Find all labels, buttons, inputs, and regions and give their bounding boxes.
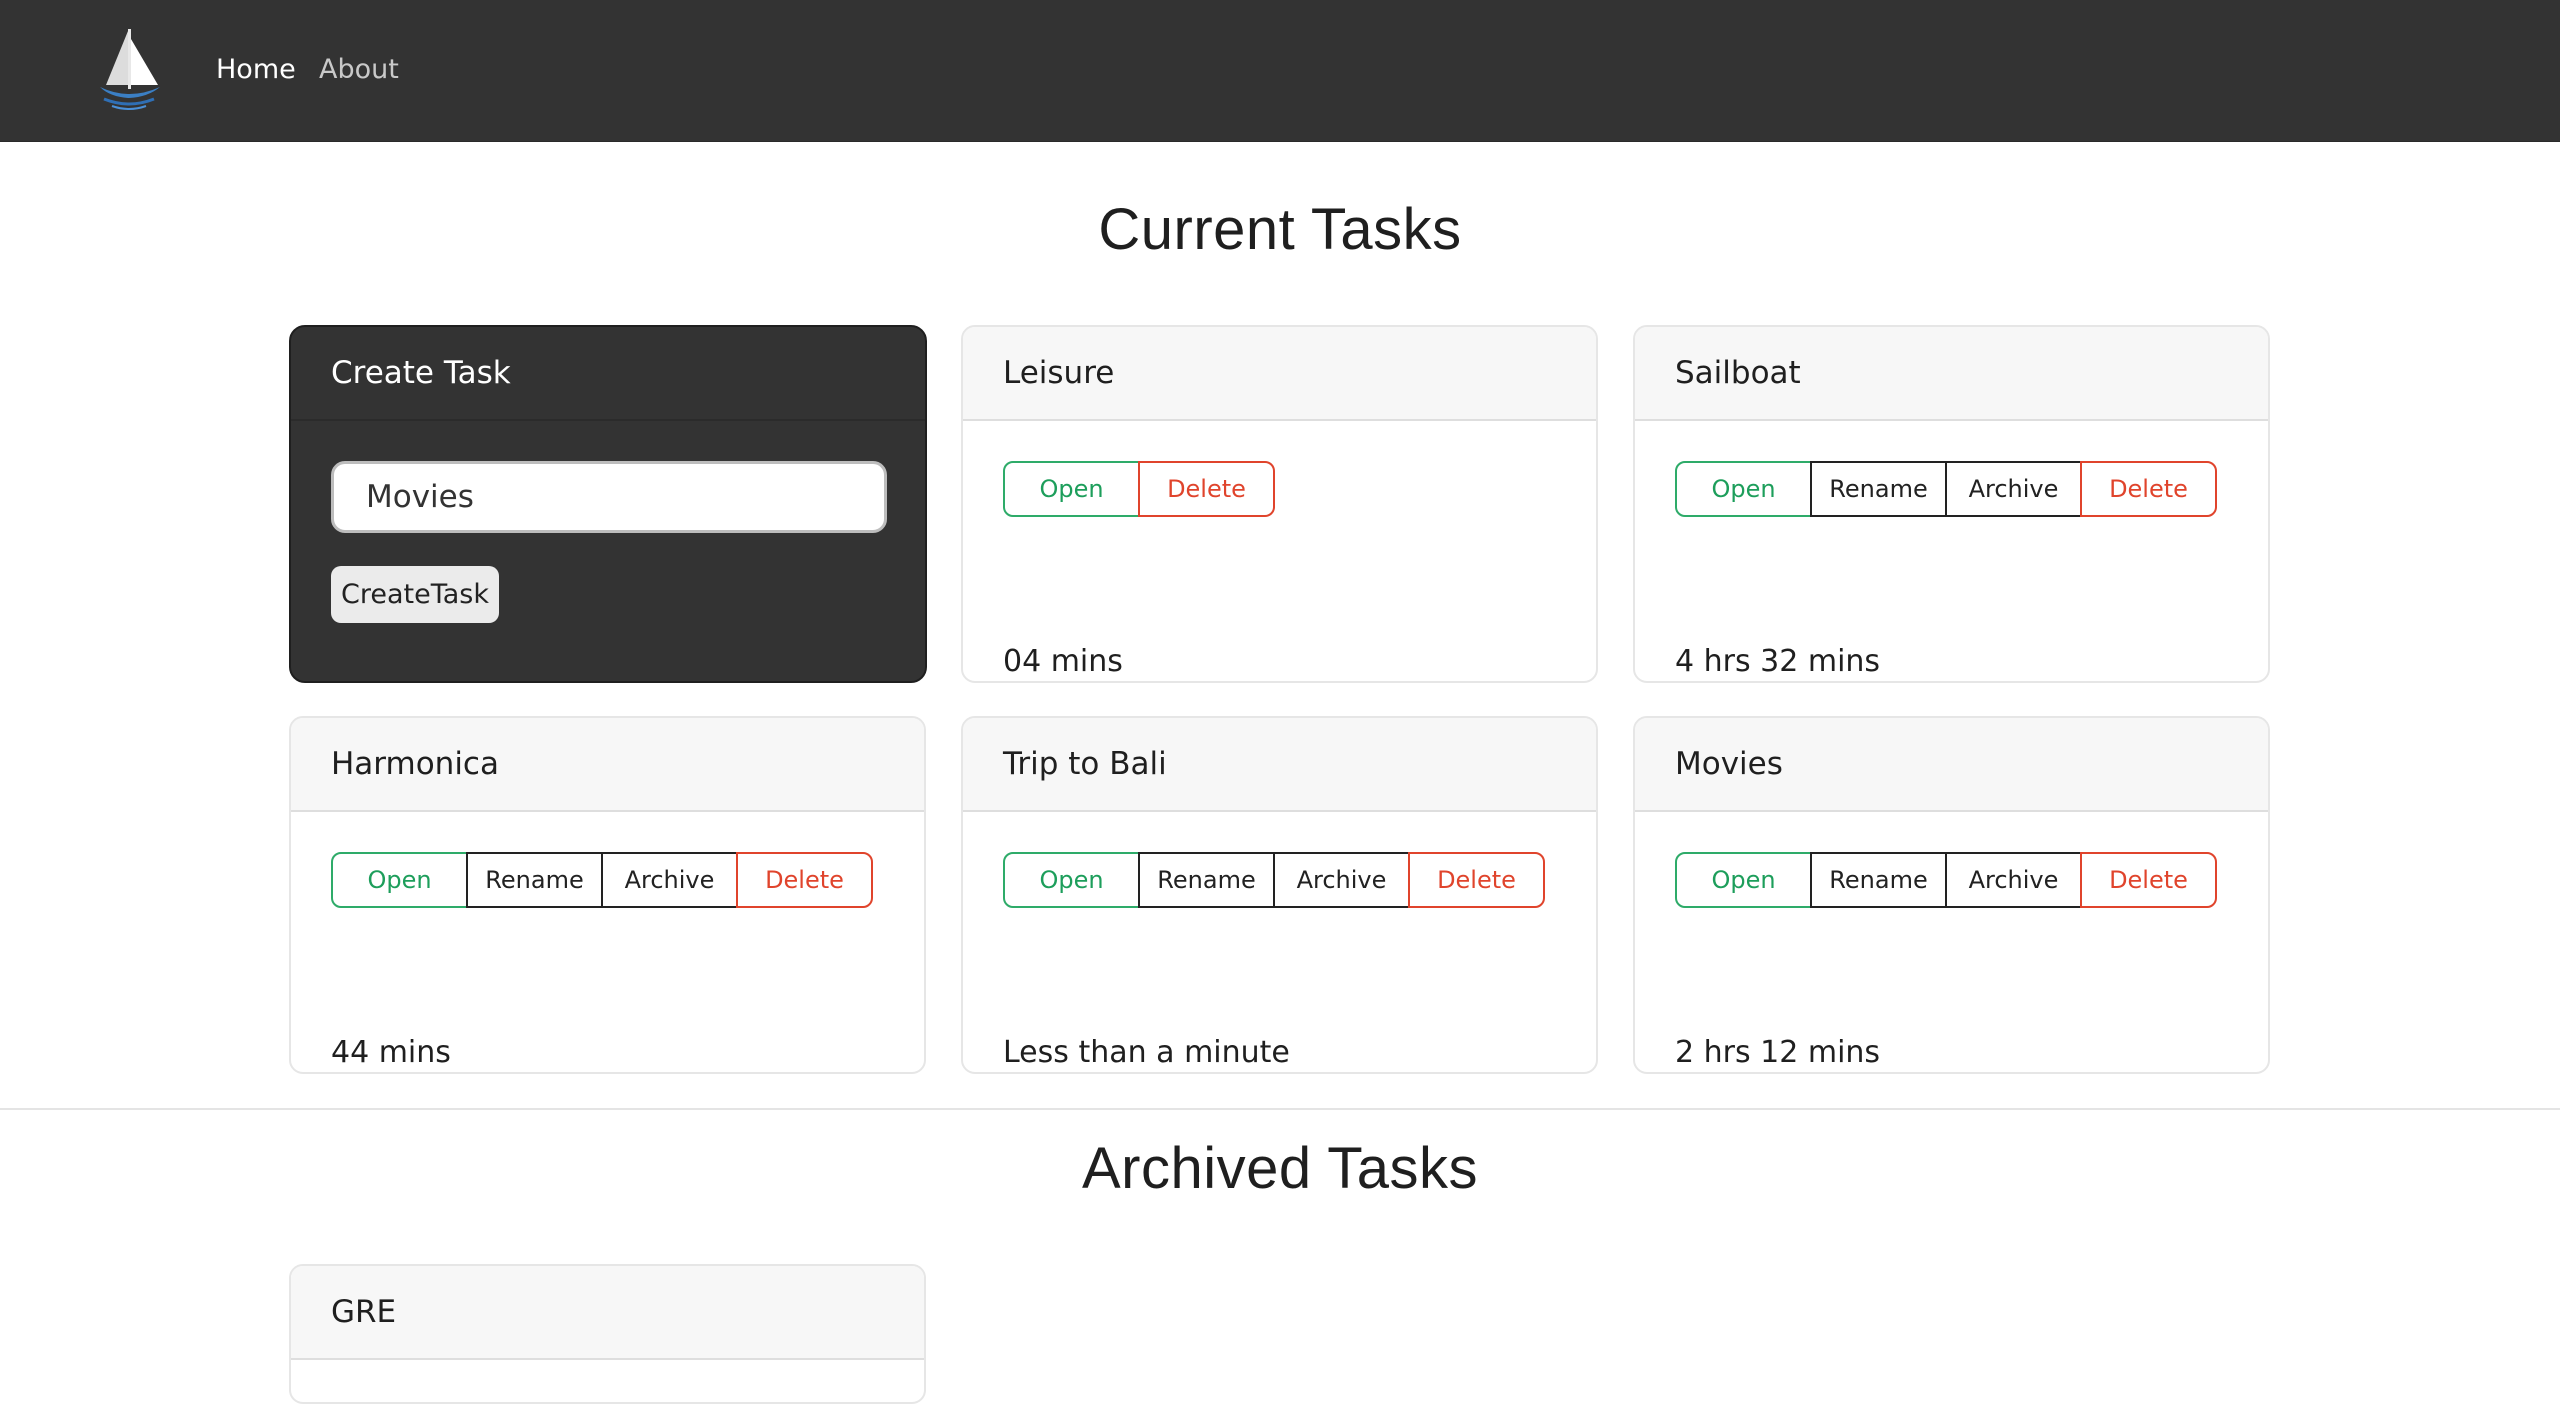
task-card-body: Open Delete 04 mins <box>963 421 1596 681</box>
open-button[interactable]: Open <box>331 852 468 908</box>
task-actions: Open Delete <box>1003 461 1275 517</box>
task-card-body: Open Rename Archive Delete 4 hrs 32 mins <box>1635 421 2268 681</box>
task-elapsed-time: 2 hrs 12 mins <box>1675 1035 1881 1070</box>
task-card-trip-to-bali: Trip to Bali Open Rename Archive Delete … <box>961 716 1598 1074</box>
task-card-title: Movies <box>1635 718 2268 812</box>
delete-button[interactable]: Delete <box>1138 461 1275 517</box>
delete-button[interactable]: Delete <box>1408 852 1545 908</box>
task-card-title: Sailboat <box>1635 327 2268 421</box>
task-elapsed-time: 04 mins <box>1003 644 1123 679</box>
current-tasks-title: Current Tasks <box>1098 197 1462 262</box>
task-card-sailboat: Sailboat Open Rename Archive Delete 4 hr… <box>1633 325 2270 683</box>
task-name-input[interactable] <box>331 461 887 533</box>
open-button[interactable]: Open <box>1003 852 1140 908</box>
task-elapsed-time: 4 hrs 32 mins <box>1675 644 1881 679</box>
archive-button[interactable]: Archive <box>601 852 738 908</box>
archive-button[interactable]: Archive <box>1945 852 2082 908</box>
task-card-body: Open Rename Archive Delete Less than a m… <box>963 812 1596 1072</box>
task-actions: Open Rename Archive Delete <box>1003 852 1545 908</box>
sailboat-logo-icon[interactable] <box>92 25 166 111</box>
archived-task-card-gre: GRE <box>289 1264 926 1404</box>
archived-tasks-title: Archived Tasks <box>1082 1136 1478 1201</box>
rename-button[interactable]: Rename <box>1138 852 1275 908</box>
task-actions: Open Rename Archive Delete <box>1675 852 2217 908</box>
task-card-movies: Movies Open Rename Archive Delete 2 hrs … <box>1633 716 2270 1074</box>
open-button[interactable]: Open <box>1003 461 1140 517</box>
open-button[interactable]: Open <box>1675 461 1812 517</box>
top-navbar: Home About <box>0 0 2560 142</box>
create-task-card: Create Task CreateTask <box>289 325 927 683</box>
rename-button[interactable]: Rename <box>466 852 603 908</box>
create-task-button[interactable]: CreateTask <box>331 566 499 623</box>
create-task-header: Create Task <box>291 327 925 421</box>
task-elapsed-time: 44 mins <box>331 1035 451 1070</box>
task-card-title: Harmonica <box>291 718 924 812</box>
nav-link-about[interactable]: About <box>319 50 399 90</box>
delete-button[interactable]: Delete <box>2080 852 2217 908</box>
task-card-title: Leisure <box>963 327 1596 421</box>
task-elapsed-time: Less than a minute <box>1003 1035 1290 1070</box>
task-actions: Open Rename Archive Delete <box>331 852 873 908</box>
task-card-body: Open Rename Archive Delete 44 mins <box>291 812 924 1072</box>
task-card-harmonica: Harmonica Open Rename Archive Delete 44 … <box>289 716 926 1074</box>
task-card-title: GRE <box>291 1266 924 1360</box>
task-card-body: Open Rename Archive Delete 2 hrs 12 mins <box>1635 812 2268 1072</box>
task-actions: Open Rename Archive Delete <box>1675 461 2217 517</box>
archive-button[interactable]: Archive <box>1945 461 2082 517</box>
section-divider <box>0 1108 2560 1110</box>
delete-button[interactable]: Delete <box>736 852 873 908</box>
rename-button[interactable]: Rename <box>1810 852 1947 908</box>
delete-button[interactable]: Delete <box>2080 461 2217 517</box>
open-button[interactable]: Open <box>1675 852 1812 908</box>
nav-link-home[interactable]: Home <box>216 50 296 90</box>
rename-button[interactable]: Rename <box>1810 461 1947 517</box>
archive-button[interactable]: Archive <box>1273 852 1410 908</box>
task-card-title: Trip to Bali <box>963 718 1596 812</box>
task-card-leisure: Leisure Open Delete 04 mins <box>961 325 1598 683</box>
